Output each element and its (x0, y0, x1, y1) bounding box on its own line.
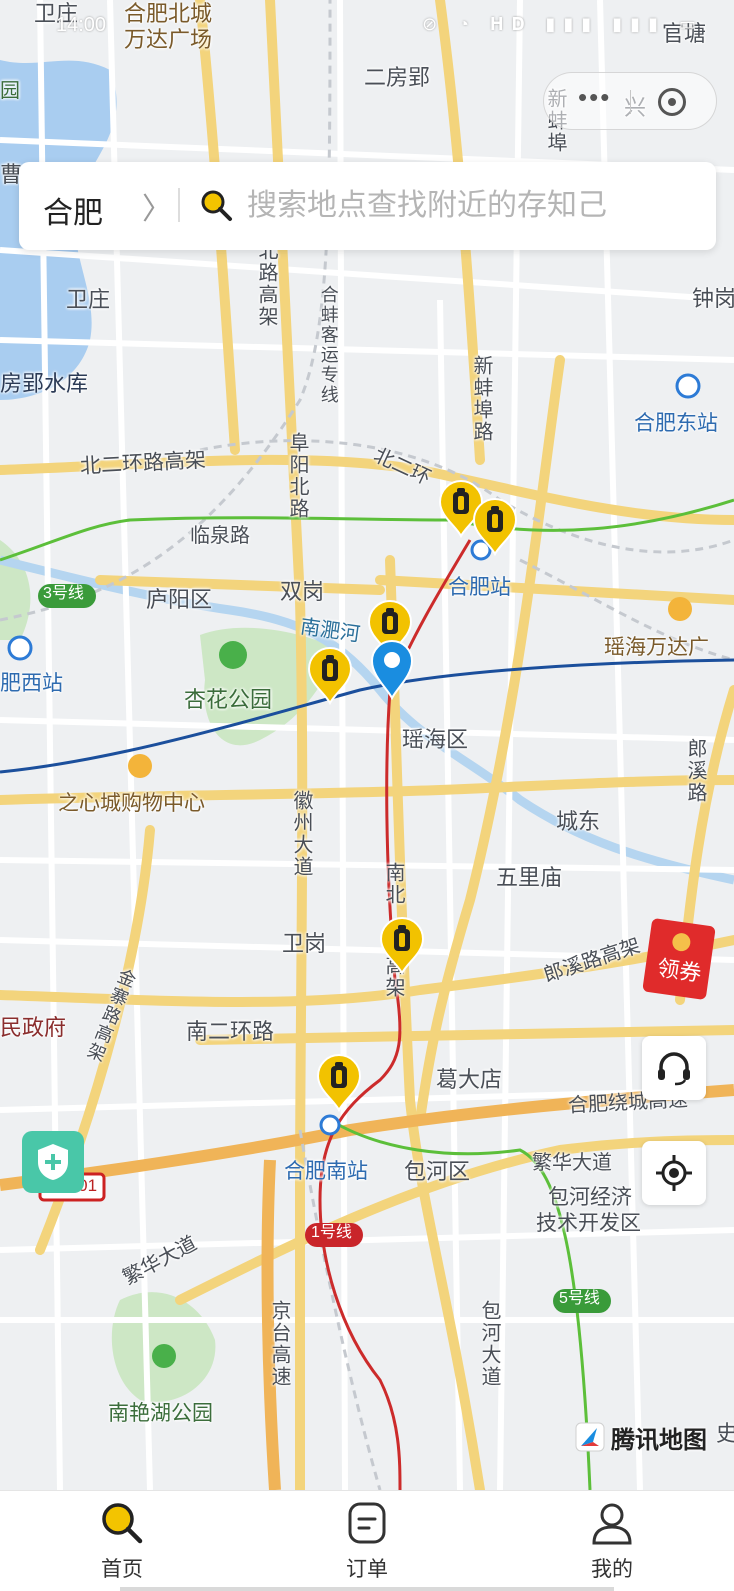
map-label-yuan: 园 (0, 80, 20, 102)
map-label-chengdong: 城东 (556, 809, 601, 834)
more-dots-icon[interactable]: ••• (578, 84, 611, 110)
map-attribution: 腾讯地图 (575, 1420, 707, 1454)
map-label-hefei-south-station: 合肥南站 (284, 1160, 368, 1183)
tab-home-label: 首页 (101, 1558, 143, 1581)
map-label-weigang: 卫岗 (282, 931, 327, 956)
metro-line-3-label: 3号线 (43, 585, 84, 602)
map-label-erfangying: 二房郢 (364, 65, 431, 90)
map-label-langxi-road: 郎溪路 (684, 738, 706, 804)
map-label-yaohai-wanda: 瑶海万达广 (604, 636, 709, 659)
map-label-xinghua-park: 杏花公园 (184, 687, 273, 712)
map-label-yaohai-district: 瑶海区 (402, 727, 469, 752)
search-bar: 合肥 〉 (19, 162, 716, 250)
search-input[interactable] (247, 184, 687, 228)
map-label-feixi-station: 肥西站 (0, 672, 63, 695)
map-label-weizhuang: 卫庄 (66, 287, 111, 312)
safety-shield-button[interactable] (22, 1131, 84, 1193)
map-label-nanyanhu-park: 南艳湖公园 (108, 1402, 213, 1425)
locate-me-button[interactable] (642, 1141, 706, 1205)
chevron-right-icon[interactable]: 〉 (142, 184, 172, 228)
status-time: 14:00 (56, 14, 107, 36)
search-icon (102, 1503, 143, 1544)
tab-profile[interactable]: 我的 (542, 1491, 682, 1591)
customer-service-button[interactable] (642, 1036, 706, 1100)
bottom-tab-bar: 首页 订单 我的 (0, 1490, 734, 1591)
map-label-huizhou-avenue: 徽州大道 (290, 790, 312, 878)
map-label-linquan-road: 临泉路 (190, 525, 250, 547)
map-label-south-2nd-ring: 南二环路 (186, 1019, 275, 1044)
map-attribution-text: 腾讯地图 (611, 1426, 707, 1454)
map-label-dafangying-reservoir: 房郢水库 (0, 371, 89, 396)
search-divider (178, 188, 180, 222)
map-label-government: 民政府 (0, 1015, 67, 1040)
map-label-wulimiao: 五里庙 (496, 865, 563, 890)
tab-profile-label: 我的 (591, 1558, 633, 1581)
red-packet-coupon-button[interactable]: 领券 (643, 918, 719, 1000)
map-label-luyang-district: 庐阳区 (146, 587, 213, 612)
map-label-hefei-station: 合肥站 (448, 576, 511, 599)
locker-marker[interactable] (316, 1054, 362, 1112)
locate-target-icon (656, 1155, 692, 1191)
tab-home[interactable]: 首页 (52, 1491, 192, 1591)
order-icon (348, 1502, 386, 1544)
map-label-baohe-avenue: 包河大道 (478, 1300, 500, 1388)
tab-orders[interactable]: 订单 (297, 1491, 437, 1591)
headset-icon (658, 1052, 690, 1086)
status-bar: 14:00 ⊘ ◔ 𝐇𝐃 ▮▮▮ ▮▮▮ ▭ (0, 0, 734, 60)
metro-line-1-label: 1号线 (311, 1224, 352, 1241)
status-system-icons: ⊘ ◔ 𝐇𝐃 ▮▮▮ ▮▮▮ ▭ (422, 14, 704, 34)
tencent-map-logo-icon (575, 1422, 605, 1452)
map-label-zhonggang: 钟岗 (692, 286, 734, 311)
map-label-xinbengbu-road: 新蚌埠路 (470, 355, 492, 443)
map-label-baohe-econ-2: 技术开发区 (536, 1212, 641, 1235)
search-icon (201, 190, 232, 221)
locker-marker[interactable] (472, 498, 518, 556)
user-icon (592, 1503, 632, 1545)
map-label-jingtai-expressway: 京台高速 (268, 1300, 290, 1388)
locker-marker[interactable] (307, 647, 353, 705)
miniprogram-capsule: ••• (543, 72, 717, 130)
map-label-hefei-east-station: 合肥东站 (634, 412, 718, 435)
close-target-icon[interactable] (658, 88, 686, 116)
locker-marker[interactable] (379, 917, 425, 975)
map-label-fanhua-avenue-east: 繁华大道 (532, 1152, 612, 1174)
home-indicator (120, 1587, 614, 1591)
metro-line-5-label: 5号线 (559, 1290, 600, 1307)
capsule-divider (630, 90, 631, 114)
map-label-fuyang-north-road: 阜阳北路 (286, 432, 308, 520)
map-label-baohe-econ-1: 包河经济 (548, 1186, 632, 1209)
map-label-shi: 史 (716, 1421, 734, 1446)
current-location-pin-icon (370, 640, 414, 700)
map-label-nanbei: 南北 (382, 862, 404, 906)
map-label-hebang-line: 合蚌客运专线 (318, 285, 339, 405)
map-label-gedadian: 葛大店 (436, 1067, 503, 1092)
map-label-baohe-district: 包河区 (404, 1159, 471, 1184)
shield-plus-icon (38, 1144, 68, 1180)
map-label-zhixincheng-mall: 之心城购物中心 (58, 792, 205, 815)
map-label-beilu-gaojia: 北路高架 (255, 240, 277, 328)
tab-orders-label: 订单 (346, 1558, 388, 1581)
map-label-shuanggang: 双岗 (280, 579, 325, 604)
city-selector[interactable]: 合肥 (43, 188, 103, 232)
